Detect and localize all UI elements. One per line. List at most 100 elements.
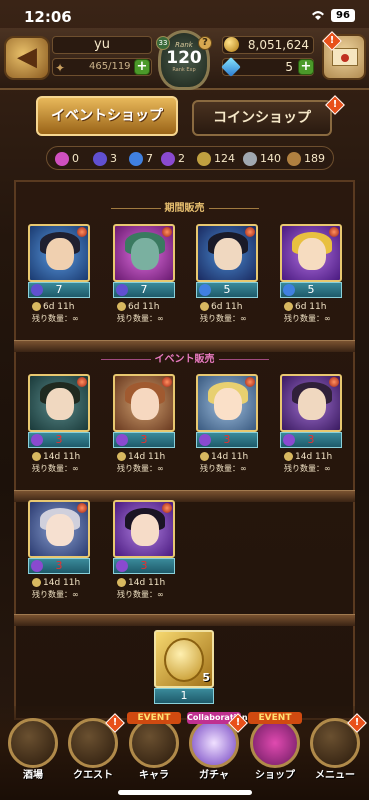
stamina-icon: ✦ bbox=[55, 61, 66, 75]
clock-icon bbox=[200, 452, 209, 461]
event-currency-strip: 0 3 7 2 124 140 189 bbox=[46, 146, 334, 170]
nav-menu[interactable]: メニュー ! bbox=[306, 713, 367, 784]
shop-icon bbox=[250, 718, 300, 768]
blue-medal-icon bbox=[129, 152, 143, 166]
item-price: 3 bbox=[280, 432, 342, 448]
gold-medal-icon bbox=[197, 152, 211, 166]
blue-medal-icon bbox=[199, 284, 211, 296]
element-icon bbox=[77, 377, 87, 387]
time-remaining: 6d 11h bbox=[113, 302, 175, 312]
rank-value: 120 bbox=[166, 48, 202, 68]
time-remaining: 14d 11h bbox=[113, 578, 175, 588]
limited-item-4[interactable]: 5 6d 11h 残り数量：∞ bbox=[280, 224, 342, 324]
tab-coin-shop[interactable]: コインショップ bbox=[192, 100, 332, 136]
violet-medal-icon bbox=[116, 434, 128, 446]
nav-label: 酒場 bbox=[23, 770, 43, 781]
currency-purple: 3 bbox=[93, 151, 117, 167]
clock-icon bbox=[284, 452, 293, 461]
nav-tavern[interactable]: 酒場 bbox=[4, 718, 62, 784]
limited-item-1[interactable]: 7 6d 11h 残り数量：∞ bbox=[28, 224, 90, 324]
stock-remaining: 残り数量：∞ bbox=[200, 314, 247, 323]
purple-medal-icon bbox=[93, 152, 107, 166]
character-portrait bbox=[196, 224, 258, 282]
event-item-4[interactable]: 3 14d 11h 残り数量：∞ bbox=[280, 374, 342, 474]
clock-icon bbox=[32, 452, 41, 461]
nav-character[interactable]: EVENT キャラ bbox=[125, 712, 183, 784]
character-portrait bbox=[28, 374, 90, 432]
coin-pack-price: 1 bbox=[154, 688, 214, 704]
nav-label: メニュー bbox=[315, 770, 355, 781]
limited-item-2[interactable]: 7 6d 11h 残り数量：∞ bbox=[113, 224, 175, 324]
element-icon bbox=[77, 503, 87, 513]
bottom-navigation: 酒場 クエスト ! EVENT キャラ Collaboration ガチャ ! … bbox=[0, 706, 369, 800]
violet-medal-icon bbox=[116, 560, 128, 572]
item-price: 3 bbox=[28, 432, 90, 448]
stock-remaining: 残り数量：∞ bbox=[200, 464, 247, 473]
clock-icon bbox=[117, 452, 126, 461]
nav-gacha[interactable]: Collaboration ガチャ ! bbox=[185, 712, 248, 784]
time-remaining: 6d 11h bbox=[28, 302, 90, 312]
event-item-3[interactable]: 3 14d 11h 残り数量：∞ bbox=[196, 374, 258, 474]
clock-icon bbox=[32, 578, 41, 587]
character-portrait bbox=[280, 374, 342, 432]
character-portrait bbox=[280, 224, 342, 282]
back-arrow-icon: ◀ bbox=[17, 42, 37, 72]
coin-pack-item[interactable]: 5 1 bbox=[154, 630, 214, 704]
element-icon bbox=[162, 377, 172, 387]
character-portrait bbox=[28, 224, 90, 282]
stock-remaining: 残り数量：∞ bbox=[117, 464, 164, 473]
character-portrait bbox=[113, 500, 175, 558]
status-time: 12:06 bbox=[24, 8, 72, 26]
rank-help-button[interactable]: ? bbox=[198, 36, 212, 50]
tab-event-shop[interactable]: イベントショップ bbox=[36, 96, 178, 136]
event-item-6[interactable]: 3 14d 11h 残り数量：∞ bbox=[113, 500, 175, 600]
currency-pink: 0 bbox=[55, 151, 79, 167]
clock-icon bbox=[117, 302, 126, 311]
nav-shop[interactable]: EVENT ショップ bbox=[246, 712, 304, 784]
nav-label: キャラ bbox=[139, 770, 169, 781]
nav-label: ショップ bbox=[255, 770, 295, 781]
character-icon bbox=[129, 718, 179, 768]
shelf-divider bbox=[14, 614, 355, 626]
shop-screen: 12:06 96 ◀ yu ✦ 465/119 + Rank 120 Rank … bbox=[0, 0, 369, 800]
stock-remaining: 残り数量：∞ bbox=[32, 314, 79, 323]
silver-medal-icon bbox=[243, 152, 257, 166]
stamina-plus-button[interactable]: + bbox=[134, 59, 150, 75]
event-item-1[interactable]: 3 14d 11h 残り数量：∞ bbox=[28, 374, 90, 474]
character-portrait bbox=[113, 374, 175, 432]
coin-pack-art: 5 bbox=[154, 630, 214, 688]
currency-silver: 140 bbox=[243, 151, 281, 167]
back-button[interactable]: ◀ bbox=[4, 36, 50, 80]
event-item-2[interactable]: 3 14d 11h 残り数量：∞ bbox=[113, 374, 175, 474]
item-price: 5 bbox=[196, 282, 258, 298]
item-price: 5 bbox=[280, 282, 342, 298]
violet-medal-icon bbox=[199, 434, 211, 446]
nav-label: クエスト bbox=[73, 770, 113, 781]
event-item-5[interactable]: 3 14d 11h 残り数量：∞ bbox=[28, 500, 90, 600]
home-indicator bbox=[118, 790, 252, 795]
coin-icon bbox=[224, 37, 239, 52]
nav-quest[interactable]: クエスト ! bbox=[64, 713, 125, 784]
time-remaining: 14d 11h bbox=[280, 452, 342, 462]
clock-icon bbox=[284, 302, 293, 311]
gem-plus-button[interactable]: + bbox=[298, 59, 314, 75]
nav-label: ガチャ bbox=[199, 770, 229, 781]
event-tag: EVENT bbox=[127, 712, 181, 724]
time-remaining: 14d 11h bbox=[196, 452, 258, 462]
limited-item-3[interactable]: 5 6d 11h 残り数量：∞ bbox=[196, 224, 258, 324]
currency-gold: 124 bbox=[197, 151, 235, 167]
violet-medal-icon bbox=[283, 434, 295, 446]
stock-remaining: 残り数量：∞ bbox=[117, 314, 164, 323]
stock-remaining: 残り数量：∞ bbox=[32, 590, 79, 599]
time-remaining: 6d 11h bbox=[280, 302, 342, 312]
clock-icon bbox=[32, 302, 41, 311]
time-remaining: 14d 11h bbox=[28, 578, 90, 588]
item-price: 7 bbox=[28, 282, 90, 298]
violet-medal-icon bbox=[31, 434, 43, 446]
stock-remaining: 残り数量：∞ bbox=[32, 464, 79, 473]
player-name: yu bbox=[52, 36, 152, 54]
clock-icon bbox=[117, 578, 126, 587]
rank-level-badge: 33 bbox=[156, 36, 170, 50]
purple-medal-icon bbox=[31, 284, 43, 296]
element-icon bbox=[245, 377, 255, 387]
